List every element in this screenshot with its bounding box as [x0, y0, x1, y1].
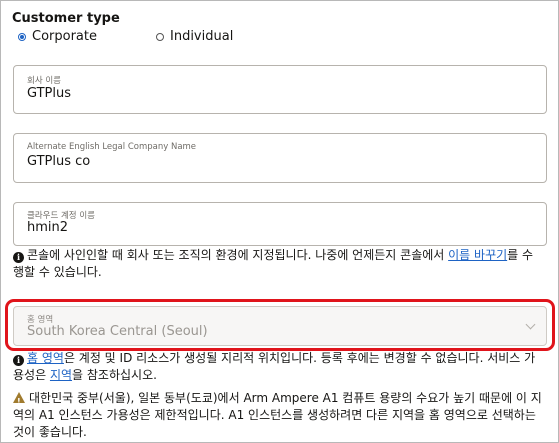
- account-name-help: i 콘솔에 사인인할 때 회사 또는 조직의 환경에 지정됩니다. 나중에 언제든…: [13, 247, 543, 281]
- info-icon: i: [13, 252, 24, 263]
- account-help-text: 콘솔에 사인인할 때 회사 또는 조직의 환경에 지정됩니다. 나중에 언제든지…: [27, 248, 449, 262]
- radio-selected-icon[interactable]: [18, 32, 26, 41]
- rename-link[interactable]: 이름 바꾸기: [448, 248, 507, 262]
- alt-english-name-field[interactable]: Alternate English Legal Company Name GTP…: [13, 133, 547, 183]
- warning-icon: [13, 392, 25, 410]
- info-icon: i: [13, 355, 24, 366]
- regions-link[interactable]: 지역: [50, 368, 72, 382]
- company-name-value: GTPlus: [27, 86, 72, 101]
- home-region-help: i홈 영역은 계정 및 ID 리소스가 생성될 지리적 위치입니다. 등록 후에…: [13, 350, 543, 384]
- capacity-warning: 대한민국 중부(서울), 일본 동부(도쿄)에서 Arm Ampere A1 컴…: [13, 390, 543, 441]
- alt-english-name-label: Alternate English Legal Company Name: [27, 142, 197, 152]
- cloud-account-name-value: hmin2: [27, 220, 69, 235]
- radio-individual[interactable]: Individual: [156, 29, 233, 44]
- company-name-label: 회사 이름: [27, 76, 61, 86]
- region-help-text-end: 을 참조하십시오.: [72, 368, 157, 382]
- home-region-link[interactable]: 홈 영역: [27, 351, 64, 365]
- cloud-account-name-field[interactable]: 클라우드 계정 이름 hmin2: [13, 202, 547, 246]
- alt-english-name-value: GTPlus co: [27, 154, 91, 169]
- radio-individual-label: Individual: [170, 29, 234, 44]
- radio-corporate[interactable]: Corporate: [18, 29, 97, 44]
- customer-type-title: Customer type: [12, 11, 120, 26]
- radio-corporate-label: Corporate: [32, 29, 97, 44]
- highlight-box: [5, 299, 555, 351]
- company-name-field[interactable]: 회사 이름 GTPlus: [13, 65, 547, 114]
- warning-text: 대한민국 중부(서울), 일본 동부(도쿄)에서 Arm Ampere A1 컴…: [13, 391, 542, 439]
- radio-unselected-icon[interactable]: [156, 32, 164, 41]
